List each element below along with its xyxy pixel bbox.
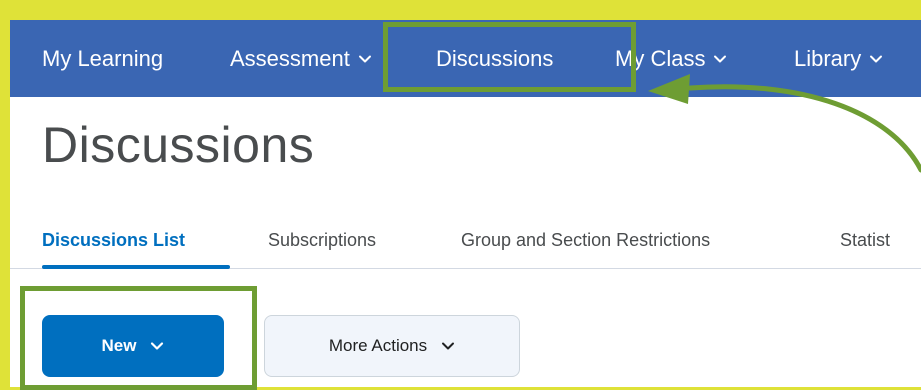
active-tab-indicator [42, 265, 230, 269]
app-frame: My Learning Assessment Discussions My Cl… [10, 20, 921, 387]
nav-item-label: Assessment [230, 45, 350, 71]
nav-item-my-class[interactable]: My Class [615, 20, 727, 97]
new-button[interactable]: New [42, 315, 224, 377]
tab-subscriptions[interactable]: Subscriptions [268, 230, 376, 251]
chevron-down-icon [441, 339, 455, 353]
chevron-down-icon [869, 52, 883, 66]
top-navbar: My Learning Assessment Discussions My Cl… [10, 20, 921, 97]
tab-group-section-restrictions[interactable]: Group and Section Restrictions [461, 230, 710, 251]
nav-item-label: Library [794, 45, 862, 71]
nav-item-my-learning[interactable]: My Learning [42, 20, 163, 97]
nav-item-library[interactable]: Library [794, 20, 883, 97]
chevron-down-icon [713, 52, 727, 66]
chevron-down-icon [358, 52, 372, 66]
more-actions-label: More Actions [328, 336, 428, 355]
new-button-label: New [101, 336, 137, 355]
nav-item-discussions[interactable]: Discussions [436, 20, 553, 97]
nav-item-label: Discussions [436, 45, 554, 71]
nav-item-label: My Class [615, 45, 706, 71]
nav-item-label: My Learning [42, 45, 164, 71]
nav-item-assessment[interactable]: Assessment [230, 20, 372, 97]
more-actions-button[interactable]: More Actions [264, 315, 520, 377]
page-title: Discussions [42, 117, 315, 173]
tab-bar: Discussions List Subscriptions Group and… [10, 216, 921, 269]
chevron-down-icon [150, 339, 164, 353]
tab-discussions-list[interactable]: Discussions List [42, 230, 185, 251]
tab-statistics[interactable]: Statist [840, 230, 890, 251]
